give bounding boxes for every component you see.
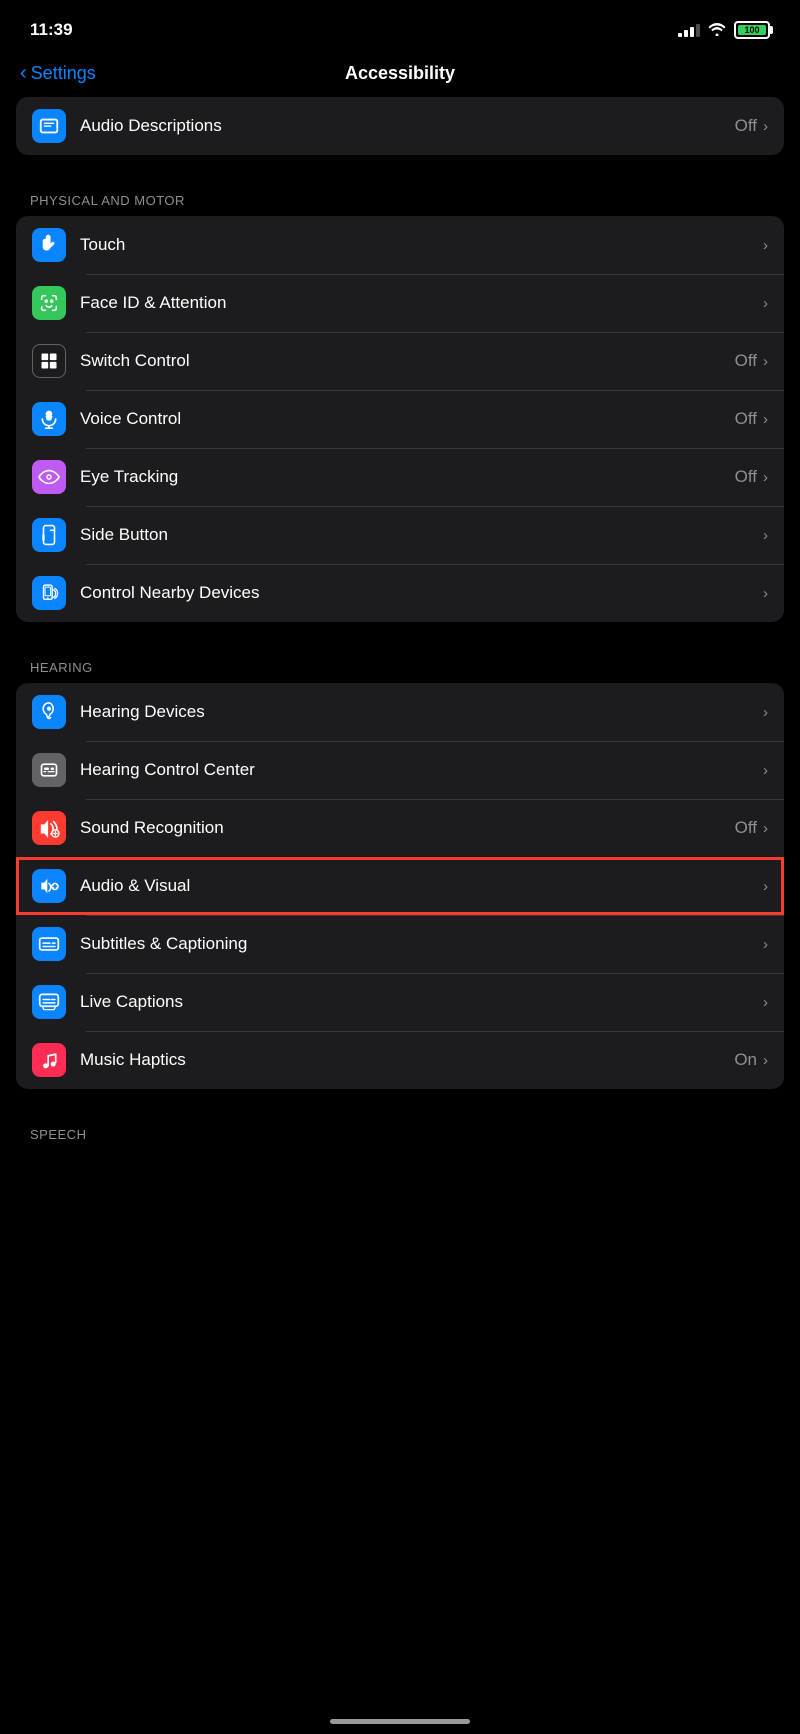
chevron-icon: ›: [763, 469, 768, 486]
list-item-control-nearby-devices[interactable]: Control Nearby Devices ›: [16, 564, 784, 622]
side-button-icon: [32, 518, 66, 552]
back-button[interactable]: ‹ Settings: [20, 62, 96, 85]
touch-label: Touch: [80, 235, 125, 255]
status-bar: 11:39 100: [0, 0, 800, 54]
audio-visual-label: Audio & Visual: [80, 876, 190, 896]
sound-recognition-label: Sound Recognition: [80, 818, 224, 838]
status-icons: 100: [678, 21, 770, 39]
chevron-icon: ›: [763, 118, 768, 135]
live-captions-icon: [32, 985, 66, 1019]
hearing-devices-label: Hearing Devices: [80, 702, 205, 722]
control-nearby-devices-icon: [32, 576, 66, 610]
side-button-label: Side Button: [80, 525, 168, 545]
voice-control-label: Voice Control: [80, 409, 181, 429]
control-nearby-devices-label: Control Nearby Devices: [80, 583, 260, 603]
list-item-face-id-attention[interactable]: Face ID & Attention ›: [16, 274, 784, 332]
signal-bars-icon: [678, 23, 700, 37]
list-item-sound-recognition[interactable]: Sound Recognition Off ›: [16, 799, 784, 857]
list-item-side-button[interactable]: Side Button ›: [16, 506, 784, 564]
eye-tracking-label: Eye Tracking: [80, 467, 178, 487]
sound-recognition-icon: [32, 811, 66, 845]
chevron-icon: ›: [763, 704, 768, 721]
battery-icon: 100: [734, 21, 770, 39]
face-id-label: Face ID & Attention: [80, 293, 226, 313]
chevron-icon: ›: [763, 527, 768, 544]
subtitles-captioning-label: Subtitles & Captioning: [80, 934, 247, 954]
list-item-voice-control[interactable]: Voice Control Off ›: [16, 390, 784, 448]
music-haptics-label: Music Haptics: [80, 1050, 186, 1070]
hearing-group: Hearing Devices › Hearing Control Center…: [16, 683, 784, 1089]
music-haptics-value: On: [734, 1050, 757, 1070]
chevron-icon: ›: [763, 411, 768, 428]
eye-tracking-icon: [32, 460, 66, 494]
switch-control-label: Switch Control: [80, 351, 190, 371]
section-header-speech: SPEECH: [0, 1109, 800, 1150]
back-label: Settings: [31, 63, 96, 84]
hearing-control-center-icon: [32, 753, 66, 787]
list-item-live-captions[interactable]: Live Captions ›: [16, 973, 784, 1031]
voice-control-icon: [32, 402, 66, 436]
audio-descriptions-icon: [32, 109, 66, 143]
back-chevron-icon: ‹: [20, 62, 27, 85]
list-item-touch[interactable]: Touch ›: [16, 216, 784, 274]
switch-control-icon: [32, 344, 66, 378]
live-captions-label: Live Captions: [80, 992, 183, 1012]
chevron-icon: ›: [763, 878, 768, 895]
chevron-icon: ›: [763, 1052, 768, 1069]
audio-descriptions-value: Off: [735, 116, 757, 136]
list-item-subtitles-captioning[interactable]: Subtitles & Captioning ›: [16, 915, 784, 973]
list-item-audio-visual[interactable]: Audio & Visual ›: [16, 857, 784, 915]
wifi-icon: [708, 22, 726, 39]
eye-tracking-value: Off: [735, 467, 757, 487]
touch-icon: [32, 228, 66, 262]
sound-recognition-value: Off: [735, 818, 757, 838]
top-settings-group: Audio Descriptions Off ›: [16, 97, 784, 155]
status-time: 11:39: [30, 20, 73, 40]
chevron-icon: ›: [763, 295, 768, 312]
switch-control-value: Off: [735, 351, 757, 371]
list-item-hearing-control-center[interactable]: Hearing Control Center ›: [16, 741, 784, 799]
face-id-icon: [32, 286, 66, 320]
home-indicator: [330, 1719, 470, 1724]
nav-bar: ‹ Settings Accessibility: [0, 54, 800, 97]
chevron-icon: ›: [763, 994, 768, 1011]
list-item-audio-descriptions[interactable]: Audio Descriptions Off ›: [16, 97, 784, 155]
chevron-icon: ›: [763, 237, 768, 254]
chevron-icon: ›: [763, 936, 768, 953]
page-title: Accessibility: [345, 63, 455, 84]
voice-control-value: Off: [735, 409, 757, 429]
subtitles-captioning-icon: [32, 927, 66, 961]
chevron-icon: ›: [763, 585, 768, 602]
list-item-eye-tracking[interactable]: Eye Tracking Off ›: [16, 448, 784, 506]
chevron-icon: ›: [763, 820, 768, 837]
list-item-music-haptics[interactable]: Music Haptics On ›: [16, 1031, 784, 1089]
section-header-physical-motor: PHYSICAL AND MOTOR: [0, 175, 800, 216]
hearing-control-center-label: Hearing Control Center: [80, 760, 255, 780]
audio-descriptions-label: Audio Descriptions: [80, 116, 222, 136]
chevron-icon: ›: [763, 353, 768, 370]
list-item-switch-control[interactable]: Switch Control Off ›: [16, 332, 784, 390]
hearing-devices-icon: [32, 695, 66, 729]
audio-visual-icon: [32, 869, 66, 903]
music-haptics-icon: [32, 1043, 66, 1077]
list-item-hearing-devices[interactable]: Hearing Devices ›: [16, 683, 784, 741]
section-header-hearing: HEARING: [0, 642, 800, 683]
chevron-icon: ›: [763, 762, 768, 779]
physical-motor-group: Touch › Face ID & Attention ›: [16, 216, 784, 622]
